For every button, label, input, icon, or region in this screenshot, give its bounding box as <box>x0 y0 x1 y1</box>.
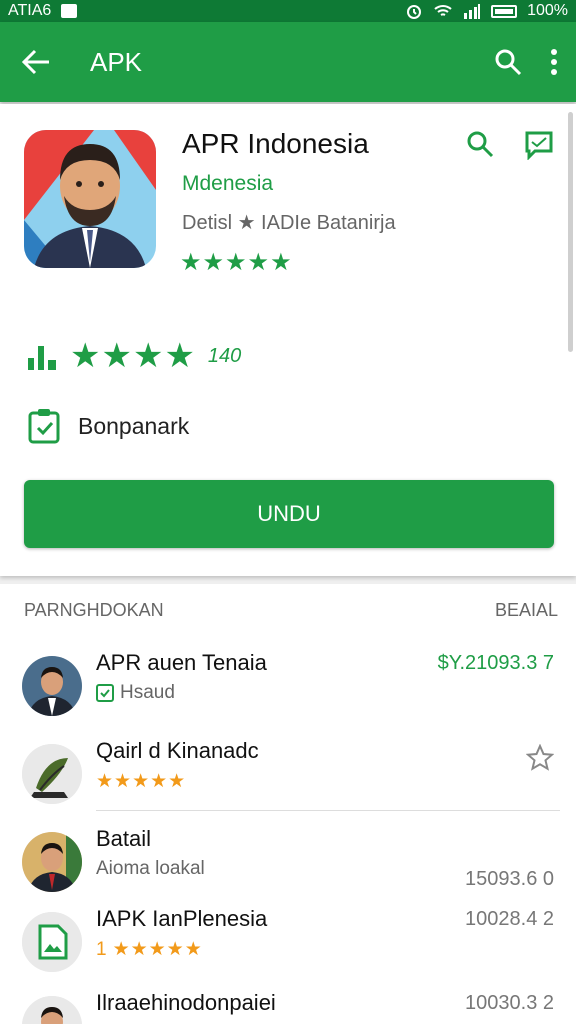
list-header-right[interactable]: BEAIAL <box>495 600 558 621</box>
app-detail-card: APR Indonesia Mdenesia Detisl ★ IADIe Ba… <box>0 104 576 576</box>
rating-summary: ★★★★ 140 <box>26 336 241 376</box>
search-icon[interactable] <box>494 48 522 76</box>
list-item-sub-prefix: 1 <box>96 938 107 960</box>
list-item-name: Qairl d Kinanadc <box>96 738 259 763</box>
app-title: APR Indonesia <box>182 128 369 159</box>
app-developer: Detisl ★ IADIe Batanirja <box>182 212 396 234</box>
avatar <box>22 832 82 892</box>
list-item-stars: ★★★★★ <box>112 939 203 960</box>
list-item-name: Batail <box>96 826 152 851</box>
related-apps-list: PARNGHDOKAN BEAIAL APR auen Tenaia Hsaud… <box>0 584 576 1024</box>
app-subtitle: Mdenesia <box>182 172 274 195</box>
rating-stars: ★★★★ <box>70 337 196 375</box>
list-item-price: 10028.4 2 <box>465 908 554 930</box>
app-bar-title: APK <box>90 46 143 77</box>
list-item[interactable]: Qairl d Kinanadc ★★★★★ <box>0 730 576 820</box>
scrollbar[interactable] <box>568 112 573 352</box>
app-bar: APK <box>0 22 576 102</box>
chart-icon <box>28 346 56 370</box>
battery-label: 100% <box>527 2 568 19</box>
star-outline-icon[interactable] <box>526 744 554 772</box>
app-icon <box>24 130 156 268</box>
list-item-name: APR auen Tenaia <box>96 650 267 675</box>
list-item[interactable]: IAPK IanPlenesia 1 ★★★★★ 10028.4 2 <box>0 898 576 988</box>
wifi-icon <box>434 5 452 16</box>
list-header-left: PARNGHDOKAN <box>24 600 164 620</box>
bookmark-label: Bonpanark <box>78 412 190 439</box>
carrier-label: ATIA6 <box>8 2 52 19</box>
list-item-price: 15093.6 0 <box>465 868 554 890</box>
battery-icon <box>491 4 518 18</box>
verified-check-icon <box>96 684 114 702</box>
list-item-sub: ★★★★★ <box>96 770 186 793</box>
list-item-sub: 1 ★★★★★ <box>96 938 203 961</box>
sim-icon <box>61 4 78 18</box>
alarm-icon <box>407 5 422 19</box>
list-item-name: Ilraaehinodonpaiei <box>96 990 276 1015</box>
list-item[interactable]: Batail Aioma loakal 15093.6 0 <box>0 818 576 908</box>
avatar <box>22 744 82 804</box>
list-item-price: $Y.21093.3 7 <box>437 652 554 674</box>
avatar <box>22 656 82 716</box>
list-item-sub-text: Hsaud <box>120 682 175 703</box>
divider <box>96 810 560 811</box>
avatar <box>22 996 82 1024</box>
list-item-price: 10030.3 2 <box>465 992 554 1014</box>
more-options-icon[interactable] <box>550 48 558 76</box>
status-bar: ATIA6 100% <box>0 0 576 22</box>
bookmark-row[interactable]: Bonpanark <box>28 408 189 444</box>
install-button[interactable]: UNDU <box>24 480 554 548</box>
list-item-name: IAPK IanPlenesia <box>96 906 268 931</box>
signal-icon <box>464 4 481 19</box>
list-item-sub-text: Aioma loakal <box>96 858 205 879</box>
list-item-stars: ★★★★★ <box>96 771 187 792</box>
clipboard-check-icon <box>28 409 60 444</box>
rating-count: 140 <box>207 344 242 367</box>
back-arrow-icon <box>21 49 49 75</box>
list-item-sub: Aioma loakal <box>96 858 205 880</box>
list-item[interactable]: Ilraaehinodonpaiei 10030.3 2 <box>0 982 576 1024</box>
list-item[interactable]: APR auen Tenaia Hsaud $Y.21093.3 7 <box>0 642 576 732</box>
message-icon[interactable] <box>524 130 554 160</box>
search-icon[interactable] <box>466 130 494 158</box>
list-header: PARNGHDOKAN BEAIAL <box>24 600 558 621</box>
list-item-sub: Hsaud <box>96 682 175 704</box>
back-button[interactable] <box>18 44 54 80</box>
avatar <box>22 912 82 972</box>
app-stars: ★★★★★ <box>180 249 293 276</box>
